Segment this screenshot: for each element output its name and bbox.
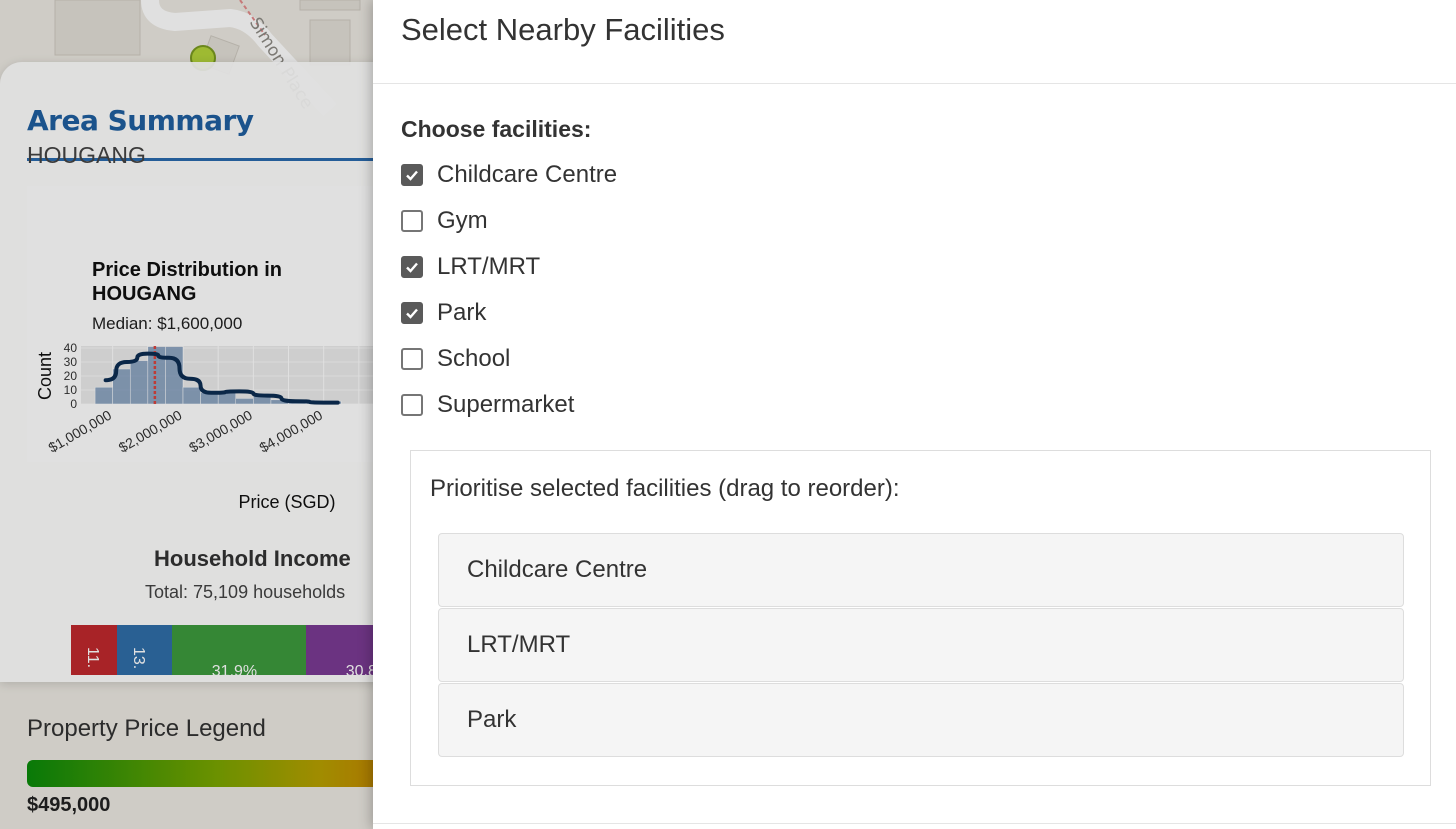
facility-option-childcare[interactable]: Childcare Centre <box>401 152 617 198</box>
checkbox-icon[interactable] <box>401 210 423 232</box>
modal-footer-divider <box>373 823 1456 824</box>
checkbox-icon[interactable] <box>401 256 423 278</box>
checkbox-icon[interactable] <box>401 394 423 416</box>
facility-label: Childcare Centre <box>437 161 618 188</box>
facility-label: School <box>437 345 511 372</box>
facility-option-supermarket[interactable]: Supermarket <box>401 382 617 428</box>
modal-title: Select Nearby Facilities <box>401 12 725 47</box>
facility-checkbox-list: Childcare Centre Gym LRT/MRT Park School… <box>401 152 617 428</box>
facility-label: Supermarket <box>437 391 575 418</box>
facility-option-gym[interactable]: Gym <box>401 198 617 244</box>
priority-item[interactable]: Park <box>438 683 1404 757</box>
checkbox-icon[interactable] <box>401 348 423 370</box>
modal-backdrop[interactable] <box>0 0 374 829</box>
facility-option-park[interactable]: Park <box>401 290 617 336</box>
facility-option-lrt-mrt[interactable]: LRT/MRT <box>401 244 617 290</box>
priority-panel: Prioritise selected facilities (drag to … <box>410 450 1431 786</box>
facility-label: Gym <box>437 207 488 234</box>
priority-item-label: Childcare Centre <box>467 556 648 583</box>
choose-facilities-label: Choose facilities: <box>401 116 592 142</box>
checkbox-icon[interactable] <box>401 164 423 186</box>
checkbox-icon[interactable] <box>401 302 423 324</box>
priority-label: Prioritise selected facilities (drag to … <box>430 475 900 502</box>
priority-item-label: Park <box>467 706 517 733</box>
modal-header: Select Nearby Facilities <box>373 0 1456 84</box>
priority-item[interactable]: Childcare Centre <box>438 533 1404 607</box>
facility-label: LRT/MRT <box>437 253 541 280</box>
facility-label: Park <box>437 299 487 326</box>
facilities-modal: Select Nearby Facilities Choose faciliti… <box>373 0 1456 829</box>
facility-option-school[interactable]: School <box>401 336 617 382</box>
priority-item-label: LRT/MRT <box>467 631 571 658</box>
priority-item[interactable]: LRT/MRT <box>438 608 1404 682</box>
priority-sortable-list: Childcare Centre LRT/MRT Park <box>438 533 1404 758</box>
